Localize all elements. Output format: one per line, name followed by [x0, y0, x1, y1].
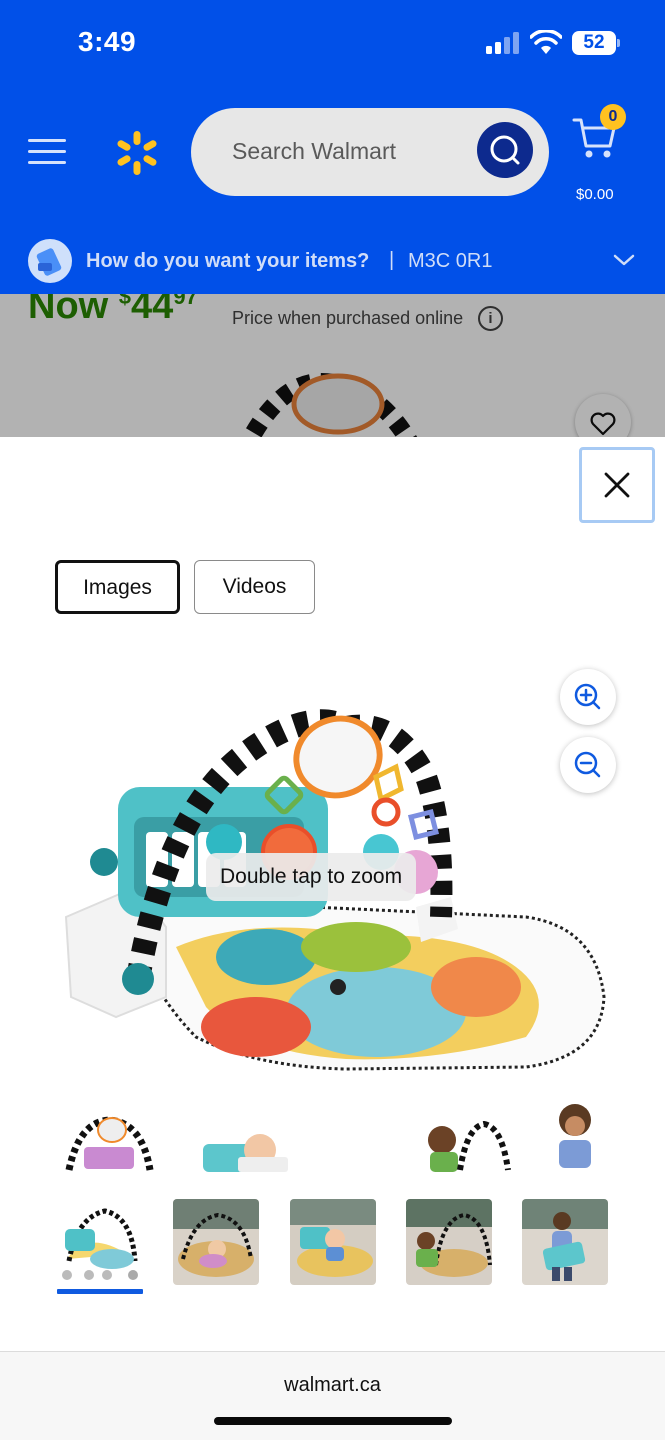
search-button[interactable]: [477, 122, 533, 178]
carousel-image-preview: [203, 1134, 288, 1172]
close-icon: [604, 472, 630, 498]
search-placeholder: Search Walmart: [232, 138, 397, 164]
status-time: 3:49: [78, 26, 137, 57]
wifi-icon: [530, 30, 562, 54]
thumbnail-5[interactable]: [522, 1199, 608, 1285]
home-indicator[interactable]: [214, 1417, 452, 1425]
delivery-question: How do you want your items?: [86, 250, 370, 272]
carousel-image-preview: [65, 1116, 154, 1171]
page-url: walmart.ca: [284, 1374, 381, 1396]
cart-count-badge: 0: [600, 104, 626, 130]
browser-address-bar[interactable]: walmart.ca: [0, 1351, 665, 1440]
thumbnail-image: [290, 1199, 376, 1285]
thumbnail-image: [406, 1199, 492, 1285]
zoom-out-button[interactable]: [560, 737, 616, 793]
site-header: Search Walmart 0 $0.00 How do you want y…: [0, 82, 665, 294]
thumbnail-image: [173, 1199, 259, 1285]
thumbnail-1[interactable]: [57, 1199, 143, 1285]
menu-icon[interactable]: [28, 137, 68, 167]
thumbnail-2[interactable]: [173, 1199, 259, 1285]
media-viewer-modal: Images Videos Double tap to zoom: [0, 437, 665, 1351]
status-bar: 3:49 52: [0, 0, 665, 82]
thumbnail-image: [522, 1199, 608, 1285]
postal-code: M3C 0R1: [408, 250, 493, 272]
thumbnail-3[interactable]: [290, 1199, 376, 1285]
tab-videos[interactable]: Videos: [194, 560, 315, 614]
search-input[interactable]: Search Walmart: [191, 108, 549, 196]
chevron-down-icon: [613, 254, 635, 266]
cart-button[interactable]: 0 $0.00: [572, 104, 628, 203]
zoom-in-button[interactable]: [560, 669, 616, 725]
selected-thumbnail-indicator: [57, 1289, 143, 1294]
battery-icon: 52: [572, 31, 620, 55]
carousel-image-preview: [428, 1120, 511, 1172]
delivery-separator: |: [389, 249, 395, 271]
thumbnail-image: [57, 1199, 143, 1285]
overlay-scrim[interactable]: [0, 294, 665, 437]
search-icon: [490, 135, 520, 165]
cart-total: $0.00: [576, 186, 614, 203]
zoom-out-icon: [574, 751, 601, 778]
tab-images[interactable]: Images: [55, 560, 180, 614]
delivery-options-icon: [28, 239, 72, 283]
walmart-spark-logo[interactable]: [112, 128, 162, 178]
battery-level: 52: [572, 31, 616, 55]
product-page-background: Now $4497 Price when purchased online i: [0, 294, 665, 437]
delivery-selector[interactable]: How do you want your items? | M3C 0R1: [0, 232, 665, 294]
close-button[interactable]: [579, 447, 655, 523]
thumbnail-4[interactable]: [406, 1199, 492, 1285]
carousel-image-preview: [559, 1104, 591, 1168]
zoom-in-icon: [574, 683, 601, 710]
cellular-signal-icon: [486, 32, 519, 54]
zoom-hint: Double tap to zoom: [206, 853, 417, 901]
